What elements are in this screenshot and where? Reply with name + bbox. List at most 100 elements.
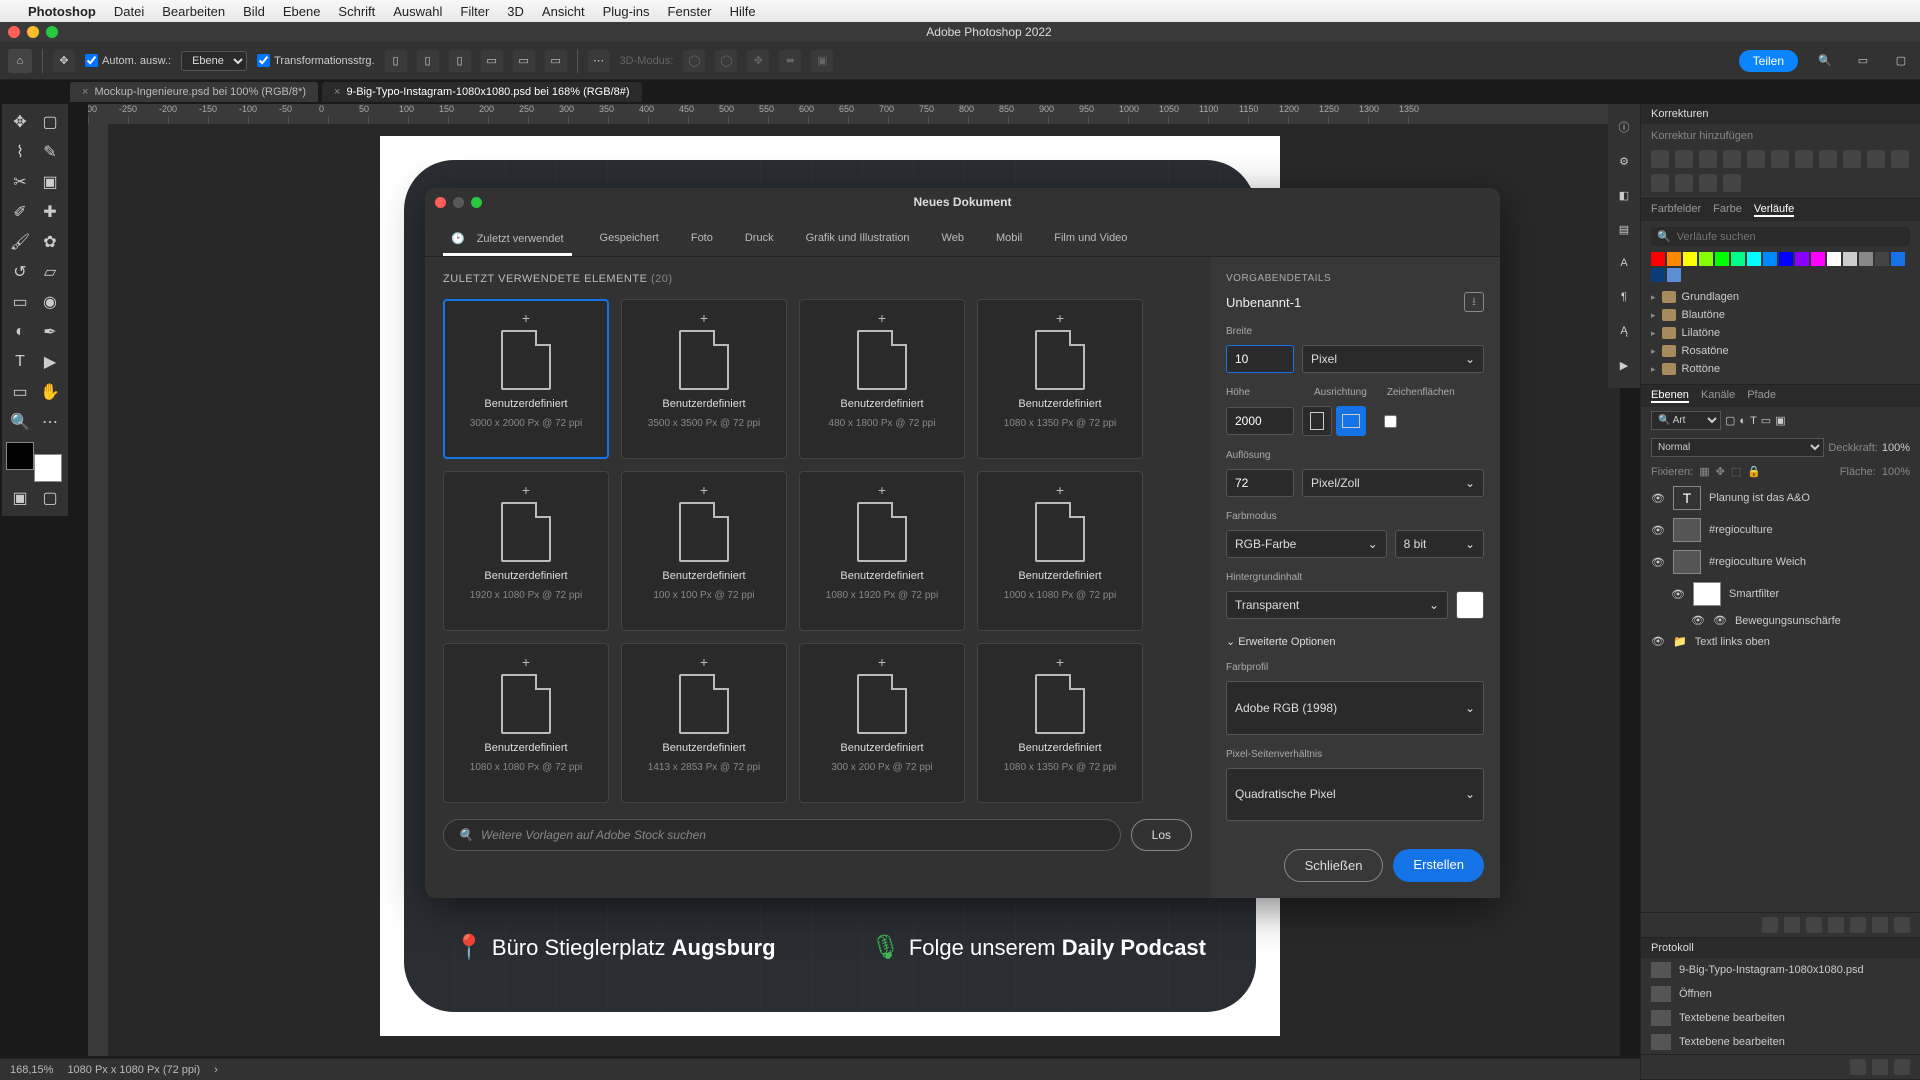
gradient-swatch[interactable] bbox=[1827, 252, 1841, 266]
gradient-swatch[interactable] bbox=[1715, 252, 1729, 266]
document-tab-1[interactable]: ×Mockup-Ingenieure.psd bei 100% (RGB/8*) bbox=[70, 82, 318, 102]
stock-search-box[interactable]: 🔍 Weitere Vorlagen auf Adobe Stock suche… bbox=[443, 819, 1121, 851]
gradient-swatch[interactable] bbox=[1747, 252, 1761, 266]
menu-plugins[interactable]: Plug-ins bbox=[603, 4, 650, 19]
width-unit-select[interactable]: Pixel⌄ bbox=[1302, 345, 1484, 373]
preset-item[interactable]: Benutzerdefiniert480 x 1800 Px @ 72 ppi bbox=[799, 299, 965, 459]
align-right-icon[interactable]: ▯ bbox=[449, 50, 471, 72]
healing-tool-icon[interactable]: ✚ bbox=[36, 198, 64, 226]
tab-farbfelder[interactable]: Farbfelder bbox=[1651, 203, 1701, 217]
history-state[interactable]: Textebene bearbeiten bbox=[1641, 1006, 1920, 1030]
visibility-icon[interactable]: 👁 bbox=[1651, 556, 1665, 569]
zoom-tool-icon[interactable]: 🔍 bbox=[6, 408, 34, 436]
visibility-icon[interactable]: 👁 bbox=[1691, 614, 1705, 627]
los-button[interactable]: Los bbox=[1131, 819, 1192, 851]
path-select-icon[interactable]: ▶ bbox=[36, 348, 64, 376]
history-brush-icon[interactable]: ↺ bbox=[6, 258, 34, 286]
resolution-unit-select[interactable]: Pixel/Zoll⌄ bbox=[1302, 469, 1484, 497]
horizontal-ruler[interactable]: -300-250-200-150-100-5005010015020025030… bbox=[88, 104, 1620, 124]
orientation-portrait[interactable] bbox=[1302, 406, 1332, 436]
align-bottom-icon[interactable]: ▭ bbox=[545, 50, 567, 72]
preset-item[interactable]: Benutzerdefiniert3000 x 2000 Px @ 72 ppi bbox=[443, 299, 609, 459]
new-layer-icon[interactable] bbox=[1872, 917, 1888, 933]
menu-ebene[interactable]: Ebene bbox=[283, 4, 321, 19]
tab-mobil[interactable]: Mobil bbox=[992, 224, 1026, 256]
colorlookup-icon[interactable] bbox=[1891, 150, 1909, 168]
photo-filter-icon[interactable] bbox=[1843, 150, 1861, 168]
artboard-tool-icon[interactable]: ▢ bbox=[36, 108, 64, 136]
menu-bearbeiten[interactable]: Bearbeiten bbox=[162, 4, 225, 19]
adjustments-panel-icon[interactable]: ◧ bbox=[1613, 184, 1635, 206]
blur-tool-icon[interactable]: ◉ bbox=[36, 288, 64, 316]
gradient-swatch[interactable] bbox=[1875, 252, 1889, 266]
menu-auswahl[interactable]: Auswahl bbox=[393, 4, 442, 19]
gradient-swatch[interactable] bbox=[1843, 252, 1857, 266]
bg-select[interactable]: Transparent⌄ bbox=[1226, 591, 1448, 619]
artboards-checkbox[interactable] bbox=[1384, 415, 1397, 428]
fill-value[interactable]: 100% bbox=[1882, 466, 1910, 478]
bw-icon[interactable] bbox=[1819, 150, 1837, 168]
gradient-folder[interactable]: Blautöne bbox=[1651, 306, 1910, 324]
layer-row[interactable]: 👁👁Bewegungsunschärfe bbox=[1641, 610, 1920, 631]
search-icon[interactable]: 🔍 bbox=[1814, 50, 1836, 72]
preset-name[interactable]: Unbenannt-1 bbox=[1226, 295, 1456, 310]
tab-web[interactable]: Web bbox=[938, 224, 968, 256]
quick-select-tool-icon[interactable]: ✎ bbox=[36, 138, 64, 166]
width-input[interactable] bbox=[1226, 345, 1294, 373]
glyphs-panel-icon[interactable]: Ą bbox=[1613, 320, 1635, 342]
doc-dimensions[interactable]: 1080 Px x 1080 Px (72 ppi) bbox=[67, 1064, 200, 1076]
tab-kanale[interactable]: Kanäle bbox=[1701, 389, 1735, 403]
lock-all-icon[interactable]: 🔒 bbox=[1747, 465, 1761, 478]
auto-select-target[interactable]: Ebene bbox=[181, 51, 247, 71]
gradient-swatch[interactable] bbox=[1651, 268, 1665, 282]
menu-3d[interactable]: 3D bbox=[507, 4, 524, 19]
paragraph-panel-icon[interactable]: ¶ bbox=[1613, 286, 1635, 308]
properties-panel-icon[interactable]: ⚙ bbox=[1613, 150, 1635, 172]
colbal-icon[interactable] bbox=[1795, 150, 1813, 168]
filter-smart-icon[interactable]: ▣ bbox=[1775, 414, 1785, 427]
hand-tool-icon[interactable]: ✋ bbox=[36, 378, 64, 406]
lock-nesting-icon[interactable]: ⬚ bbox=[1731, 465, 1741, 478]
foreground-color[interactable] bbox=[6, 442, 34, 470]
background-color[interactable] bbox=[34, 454, 62, 482]
clone-tool-icon[interactable]: ✿ bbox=[36, 228, 64, 256]
exposure-icon[interactable] bbox=[1723, 150, 1741, 168]
dodge-tool-icon[interactable]: ◐ bbox=[6, 318, 34, 346]
frame-tool-icon[interactable]: ▣ bbox=[36, 168, 64, 196]
close-tab-icon[interactable]: × bbox=[334, 86, 340, 98]
history-state[interactable]: Öffnen bbox=[1641, 982, 1920, 1006]
tab-foto[interactable]: Foto bbox=[687, 224, 717, 256]
lock-position-icon[interactable]: ✥ bbox=[1716, 465, 1725, 478]
gradient-folder[interactable]: Rottöne bbox=[1651, 360, 1910, 378]
type-tool-icon[interactable]: T bbox=[6, 348, 34, 376]
gradient-swatch[interactable] bbox=[1667, 268, 1681, 282]
gradient-tool-icon[interactable]: ▭ bbox=[6, 288, 34, 316]
advanced-toggle[interactable]: Erweiterte Optionen bbox=[1226, 635, 1484, 648]
lock-pixels-icon[interactable]: ▦ bbox=[1699, 465, 1709, 478]
minimize-window-icon[interactable] bbox=[27, 26, 39, 38]
gradient-swatch[interactable] bbox=[1811, 252, 1825, 266]
brush-tool-icon[interactable]: 🖌 bbox=[6, 228, 34, 256]
gradient-swatch[interactable] bbox=[1731, 252, 1745, 266]
auto-select-checkbox[interactable] bbox=[85, 54, 98, 67]
workspace-icon[interactable]: ▭ bbox=[1852, 50, 1874, 72]
menu-fenster[interactable]: Fenster bbox=[668, 4, 712, 19]
layer-style-icon[interactable] bbox=[1784, 917, 1800, 933]
more-options-icon[interactable]: ⋯ bbox=[588, 50, 610, 72]
gradient-swatch[interactable] bbox=[1667, 252, 1681, 266]
zoom-level[interactable]: 168,15% bbox=[10, 1064, 53, 1076]
visibility-icon[interactable]: 👁 bbox=[1651, 635, 1665, 648]
eraser-tool-icon[interactable]: ▱ bbox=[36, 258, 64, 286]
tab-druck[interactable]: Druck bbox=[741, 224, 778, 256]
preset-item[interactable]: Benutzerdefiniert1080 x 1350 Px @ 72 ppi bbox=[977, 299, 1143, 459]
preset-item[interactable]: Benutzerdefiniert1080 x 1080 Px @ 72 ppi bbox=[443, 643, 609, 803]
rectangle-tool-icon[interactable]: ▭ bbox=[6, 378, 34, 406]
document-tab-2[interactable]: ×9-Big-Typo-Instagram-1080x1080.psd bei … bbox=[322, 82, 642, 102]
colordepth-select[interactable]: 8 bit⌄ bbox=[1395, 530, 1484, 558]
frame-icon[interactable]: ▢ bbox=[1890, 50, 1912, 72]
preset-item[interactable]: Benutzerdefiniert1080 x 1350 Px @ 72 ppi bbox=[977, 643, 1143, 803]
opacity-value[interactable]: 100% bbox=[1882, 442, 1910, 454]
group-icon[interactable] bbox=[1850, 917, 1866, 933]
pen-tool-icon[interactable]: ✒ bbox=[36, 318, 64, 346]
tab-ebenen[interactable]: Ebenen bbox=[1651, 389, 1689, 403]
